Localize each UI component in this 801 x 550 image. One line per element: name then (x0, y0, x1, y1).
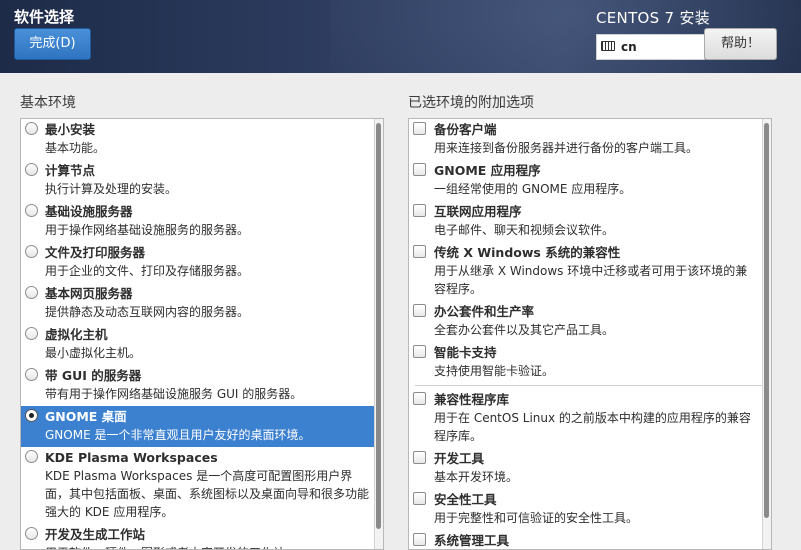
environment-option[interactable]: 开发及生成工作站用于软件、硬件、图形或者内容开发的工作站。 (21, 524, 383, 549)
environment-description: 最小虚拟化主机。 (45, 346, 142, 360)
addon-option[interactable]: 办公套件和生产率全套办公套件以及其它产品工具。 (409, 301, 771, 342)
scrollbar-thumb[interactable] (376, 123, 381, 529)
environment-description: 用于软件、硬件、图形或者内容开发的工作站。 (45, 544, 373, 549)
radio-button[interactable] (25, 286, 38, 299)
radio-button[interactable] (25, 204, 38, 217)
environment-name: 带 GUI 的服务器 (45, 368, 142, 383)
help-button[interactable]: 帮助！ (704, 28, 777, 60)
addons-scrollbar[interactable] (762, 119, 771, 549)
radio-button[interactable] (25, 450, 38, 463)
environment-description: KDE Plasma Workspaces 是一个高度可配置图形用户界面，其中包… (45, 469, 370, 519)
checkbox[interactable] (413, 245, 426, 258)
checkbox[interactable] (413, 204, 426, 217)
addon-option[interactable]: 开发工具基本开发环境。 (409, 448, 771, 489)
environment-name: 文件及打印服务器 (45, 245, 146, 260)
checkbox[interactable] (413, 451, 426, 464)
addon-option[interactable]: 兼容性程序库用于在 CentOS Linux 的之前版本中构建的应用程序的兼容程… (409, 389, 771, 448)
addons-items: 备份客户端 用来连接到备份服务器并进行备份的客户端工具。 GNOME 应用程序 一组经… (409, 119, 771, 549)
environment-name: KDE Plasma Workspaces (45, 450, 218, 465)
environment-description: 用于企业的文件、打印及存储服务器。 (45, 264, 250, 278)
environment-description: 基本功能。 (45, 141, 106, 155)
addon-option[interactable]: GNOME 应用程序一组经常使用的 GNOME 应用程序。 (409, 160, 771, 201)
environment-option[interactable]: KDE Plasma Workspaces KDE Plasma Workspac… (21, 447, 383, 524)
addon-option[interactable]: 备份客户端用来连接到备份服务器并进行备份的客户端工具。 (409, 119, 771, 160)
base-environment-items: 最小安装基本功能。计算节点执行计算及处理的安装。 基础设施服务器用于操作网络基础设… (21, 119, 383, 549)
environment-option[interactable]: 带 GUI 的服务器带有用于操作网络基础设施服务 GUI 的服务器。 (21, 365, 383, 406)
environment-description: 用于操作网络基础设施服务的服务器。 (45, 223, 250, 237)
radio-button[interactable] (25, 409, 38, 422)
addon-name: 系统管理工具 (434, 533, 510, 548)
addon-description: 用于完整性和可信验证的安全性工具。 (434, 511, 639, 525)
radio-button[interactable] (25, 122, 38, 135)
addon-option[interactable]: 互联网应用程序电子邮件、聊天和视频会议软件。 (409, 201, 771, 242)
done-button[interactable]: 完成(D) (14, 28, 91, 60)
radio-button[interactable] (25, 527, 38, 540)
addon-name: 办公套件和生产率 (434, 304, 535, 319)
addon-option[interactable]: 智能卡支持支持使用智能卡验证。 (409, 342, 771, 383)
checkbox[interactable] (413, 163, 426, 176)
keyboard-icon (601, 41, 615, 51)
addon-name: 备份客户端 (434, 122, 497, 137)
keyboard-layout-indicator[interactable]: cn (596, 34, 705, 60)
checkbox[interactable] (413, 122, 426, 135)
addon-description: 一组经常使用的 GNOME 应用程序。 (434, 182, 632, 196)
addon-description: 用于从继承 X Windows 环境中迁移或者可用于该环境的兼容程序。 (434, 264, 748, 296)
environment-name: 计算节点 (45, 163, 96, 178)
base-environment-heading: 基本环境 (20, 95, 76, 111)
addon-description: 支持使用智能卡验证。 (434, 364, 555, 378)
addon-description: 用于在 CentOS Linux 的之前版本中构建的应用程序的兼容程序库。 (434, 411, 751, 443)
environment-option[interactable]: 基本网页服务器提供静态及动态互联网内容的服务器。 (21, 283, 383, 324)
checkbox[interactable] (413, 304, 426, 317)
addon-separator (415, 385, 765, 386)
addon-name: 开发工具 (434, 451, 485, 466)
environment-name: GNOME 桌面 (45, 409, 127, 424)
checkbox[interactable] (413, 345, 426, 358)
base-environment-list[interactable]: 最小安装基本功能。计算节点执行计算及处理的安装。 基础设施服务器用于操作网络基础设… (20, 118, 384, 550)
addon-option[interactable]: 系统管理工具对系统管理有用的程序。 (409, 530, 771, 549)
addon-name: GNOME 应用程序 (434, 163, 541, 178)
environment-name: 最小安装 (45, 122, 96, 137)
radio-button[interactable] (25, 163, 38, 176)
environment-option[interactable]: 计算节点执行计算及处理的安装。 (21, 160, 383, 201)
checkbox[interactable] (413, 492, 426, 505)
header-bar: 软件选择 完成(D) CENTOS 7 安装 cn 帮助！ (0, 0, 801, 73)
product-title: CENTOS 7 安装 (596, 9, 711, 27)
addon-name: 兼容性程序库 (434, 392, 510, 407)
environment-name: 基础设施服务器 (45, 204, 133, 219)
environment-option[interactable]: GNOME 桌面 GNOME 是一个非常直观且用户友好的桌面环境。 (21, 406, 383, 447)
environment-option[interactable]: 最小安装 基本功能。 (21, 119, 383, 160)
checkbox[interactable] (413, 533, 426, 546)
radio-button[interactable] (25, 245, 38, 258)
addon-name: 传统 X Windows 系统的兼容性 (434, 245, 621, 260)
addon-option[interactable]: 传统 X Windows 系统的兼容性用于从继承 X Windows 环境中迁移… (409, 242, 771, 301)
radio-button[interactable] (25, 327, 38, 340)
environment-description: GNOME 是一个非常直观且用户友好的桌面环境。 (45, 428, 311, 442)
addons-list[interactable]: 备份客户端 用来连接到备份服务器并进行备份的客户端工具。 GNOME 应用程序 一组经… (408, 118, 772, 550)
environment-option[interactable]: 虚拟化主机最小虚拟化主机。 (21, 324, 383, 365)
environment-description: 带有用于操作网络基础设施服务 GUI 的服务器。 (45, 387, 303, 401)
environment-name: 基本网页服务器 (45, 286, 133, 301)
page-title: 软件选择 (14, 8, 75, 26)
scrollbar-thumb[interactable] (764, 123, 769, 518)
keyboard-layout-label: cn (621, 40, 637, 54)
addon-option[interactable]: 安全性工具用于完整性和可信验证的安全性工具。 (409, 489, 771, 530)
addon-name: 互联网应用程序 (434, 204, 522, 219)
addon-description: 基本开发环境。 (434, 470, 519, 484)
addon-name: 安全性工具 (434, 492, 497, 507)
checkbox[interactable] (413, 392, 426, 405)
environment-description: 提供静态及动态互联网内容的服务器。 (45, 305, 250, 319)
addons-heading: 已选环境的附加选项 (408, 95, 534, 111)
radio-button[interactable] (25, 368, 38, 381)
addon-name: 智能卡支持 (434, 345, 497, 360)
addon-description: 用来连接到备份服务器并进行备份的客户端工具。 (434, 141, 699, 155)
environment-name: 开发及生成工作站 (45, 527, 146, 542)
environment-description: 执行计算及处理的安装。 (45, 182, 178, 196)
environment-option[interactable]: 文件及打印服务器用于企业的文件、打印及存储服务器。 (21, 242, 383, 283)
addon-description: 全套办公套件以及其它产品工具。 (434, 323, 615, 337)
base-environment-scrollbar[interactable] (374, 119, 383, 549)
environment-option[interactable]: 基础设施服务器用于操作网络基础设施服务的服务器。 (21, 201, 383, 242)
addon-description: 电子邮件、聊天和视频会议软件。 (434, 223, 615, 237)
environment-name: 虚拟化主机 (45, 327, 108, 342)
